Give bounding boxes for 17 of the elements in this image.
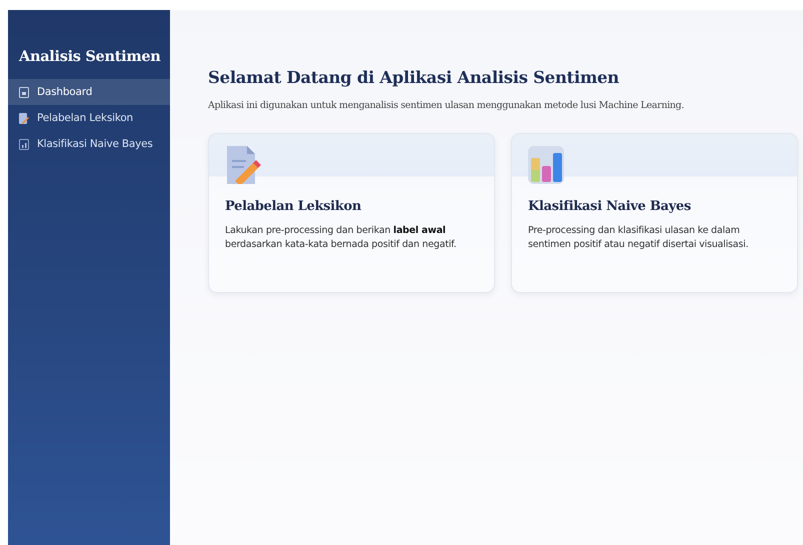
feature-card[interactable]: Pelabelan Leksikon Lakukan pre-processing dan berikan label awal berdasarkan kata-kata bernada positif dan negatif. — [208, 133, 495, 293]
document-pencil-icon — [19, 112, 29, 124]
sidebar-title: Analisis Sentimen — [18, 48, 162, 67]
feature-card[interactable]: Klasifikasi Naive Bayes Pre-processing dan klasifikasi ulasan ke dalam sentimen positif atau negatif disertai visualisasi. — [511, 133, 798, 293]
page-subtitle: Aplikasi ini digunakan untuk menganalisis sentimen ulasan menggunakan metode lusi Machine Learning. — [208, 100, 685, 111]
sidebar-item[interactable]: Klasifikasi Naive Bayes — [8, 131, 170, 157]
sidebar-item[interactable]: Pelabelan Leksikon — [8, 105, 170, 131]
bar-chart-icon — [528, 146, 564, 184]
card-title: Klasifikasi Naive Bayes — [528, 199, 692, 214]
document-pencil-icon — [225, 146, 261, 184]
card-description: Lakukan pre-processing dan berikan label awal berdasarkan kata-kata bernada positif dan negatif. — [225, 224, 458, 252]
sidebar-item[interactable]: Dashboard — [8, 79, 170, 105]
card-description: Pre-processing dan klasifikasi ulasan ke dalam sentimen positif atau negatif disertai visualisasi. — [528, 224, 750, 252]
page-title: Selamat Datang di Aplikasi Analisis Sentimen — [208, 68, 620, 87]
page-icon — [19, 86, 29, 98]
chart-icon — [19, 138, 29, 150]
card-title: Pelabelan Leksikon — [225, 199, 362, 214]
